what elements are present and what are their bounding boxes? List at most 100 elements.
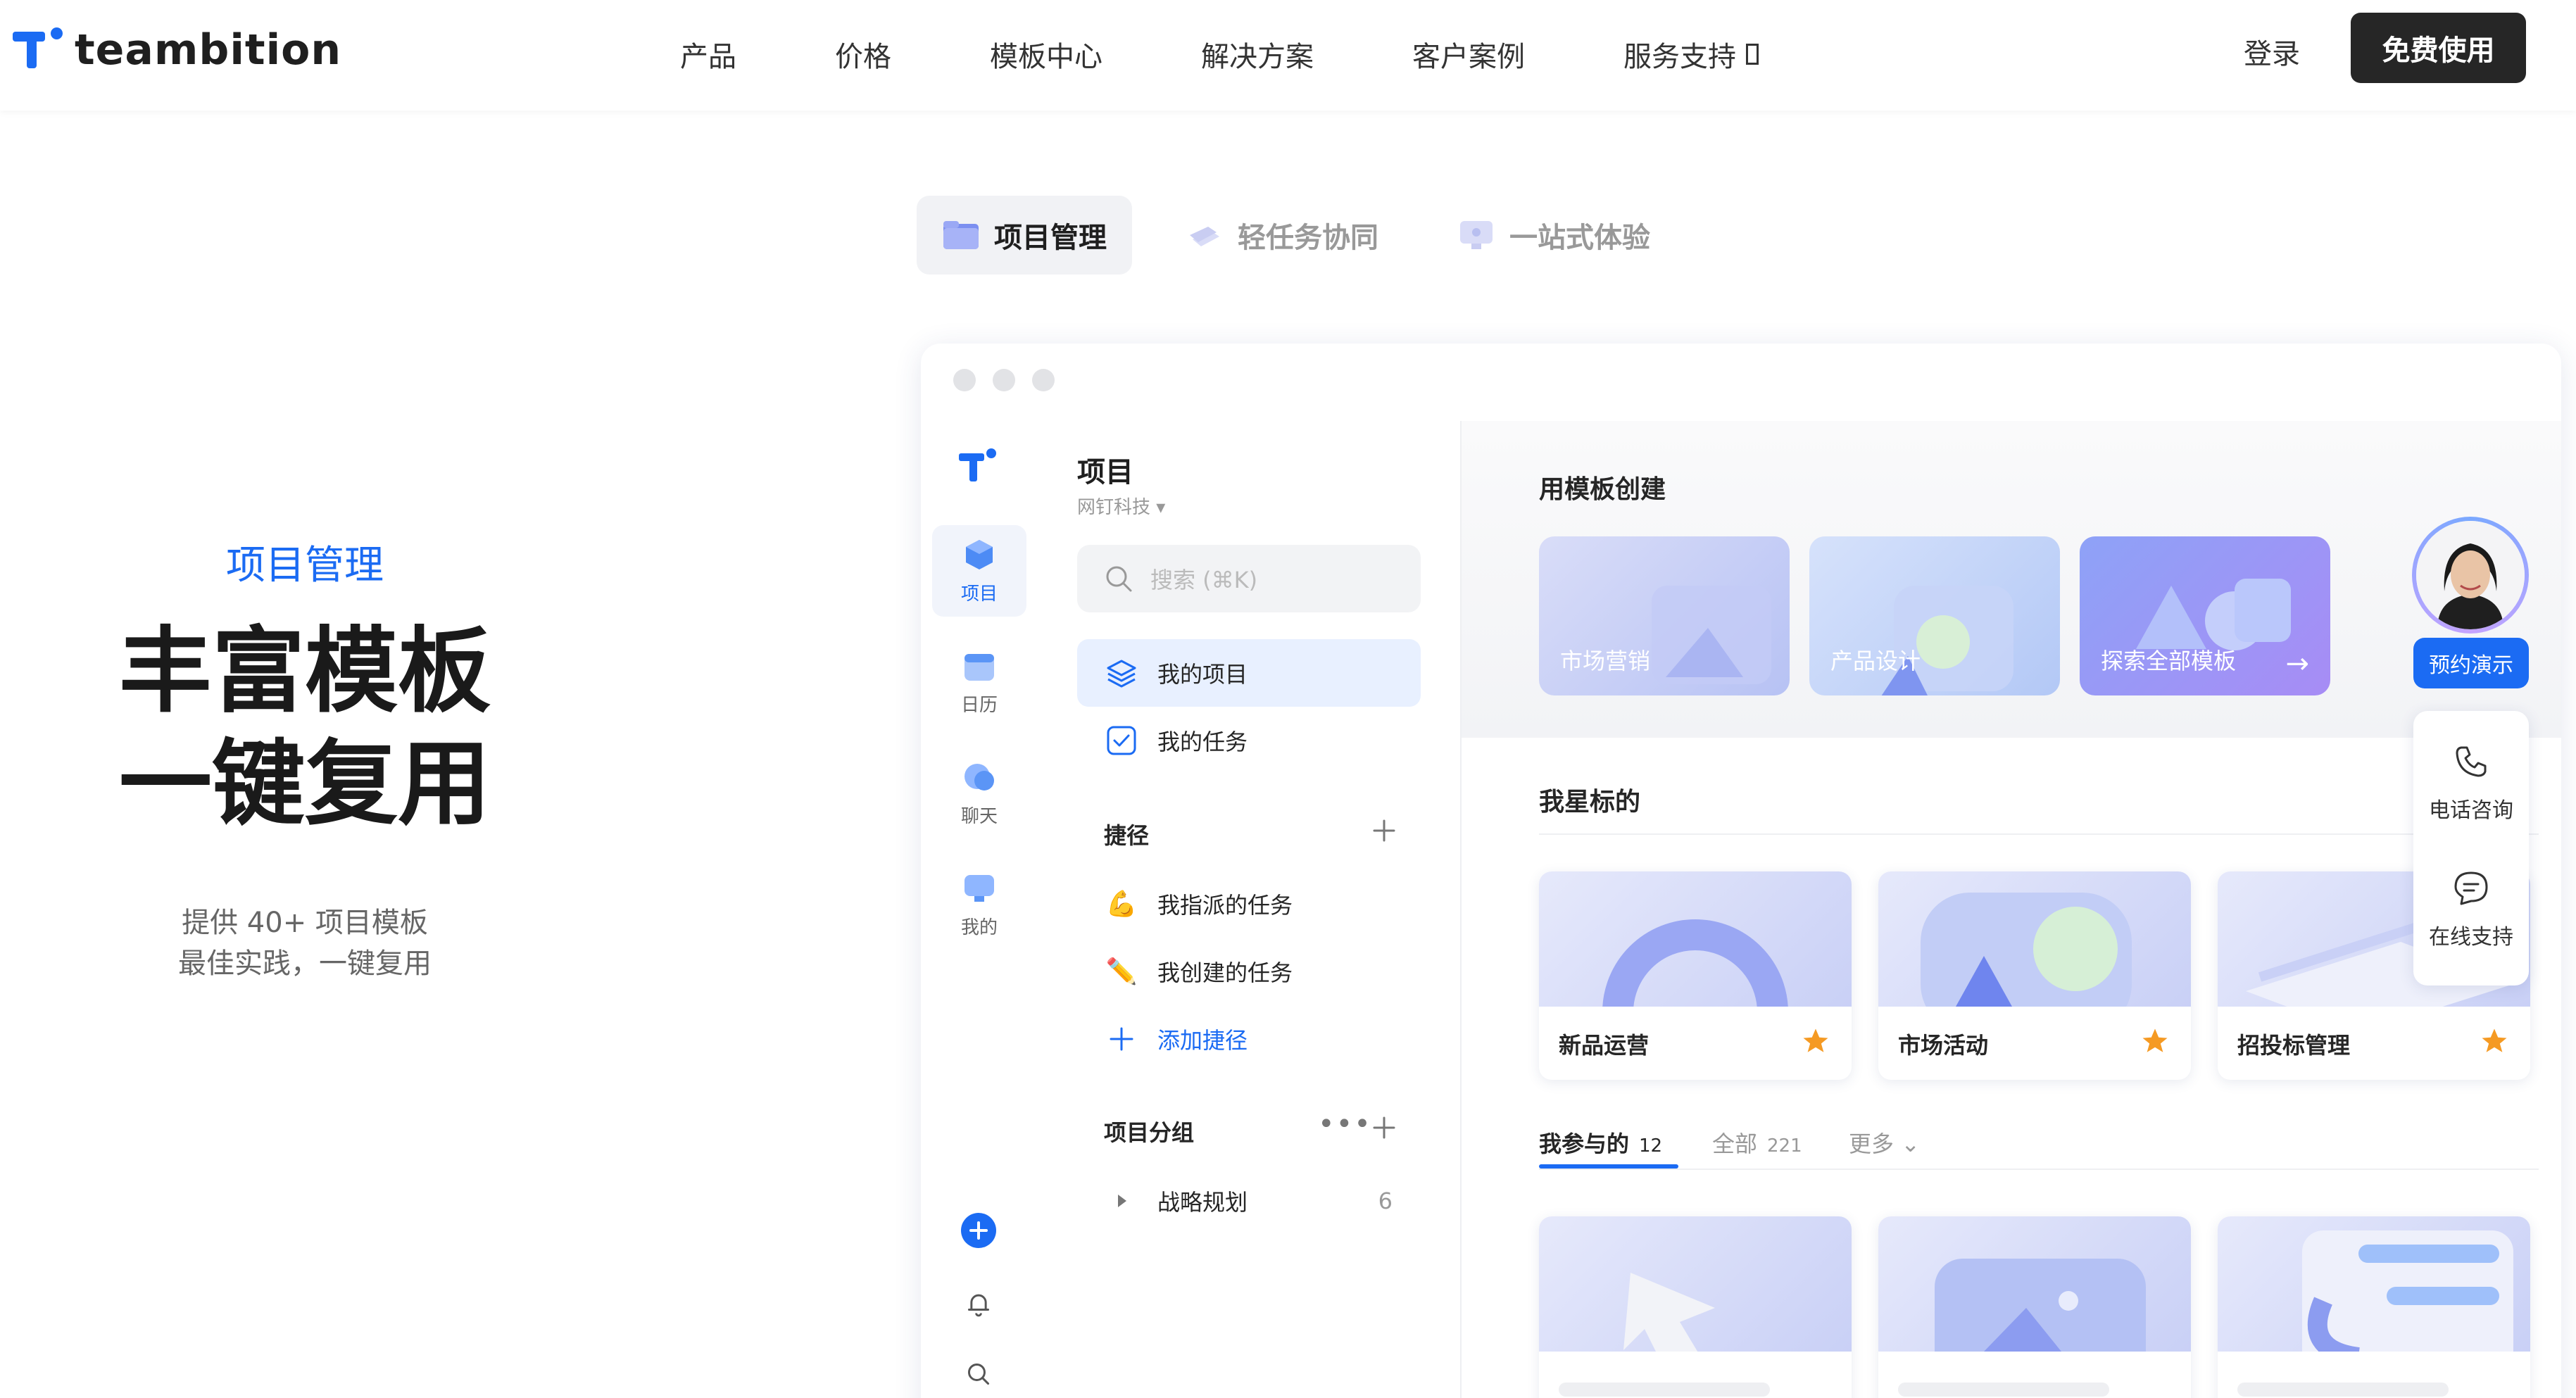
group-strategy[interactable]: 战略规划 6 (1077, 1167, 1421, 1235)
project-card[interactable] (2218, 1216, 2530, 1398)
brand-name: teambition (75, 25, 342, 75)
pencil-icon: ✏️ (1105, 957, 1138, 986)
subtab-all[interactable]: 全部 221 (1712, 1126, 1802, 1159)
hero-subtitle: 项目管理 (226, 543, 384, 588)
subtab-more[interactable]: 更多 ⌄ (1849, 1126, 1920, 1159)
chevron-down-icon: ⌄ (1901, 1131, 1920, 1157)
dropdown-box-icon (1746, 44, 1759, 65)
monitor-icon (1460, 221, 1493, 249)
nav-my-projects[interactable]: 我的项目 (1077, 639, 1421, 707)
main-nav: 产品 价格 模板中心 解决方案 客户案例 服务支持 (680, 34, 1857, 75)
window-dot (993, 369, 1015, 391)
rail-item-mine[interactable]: 我的 (932, 859, 1026, 950)
feature-tabs: 项目管理 轻任务协同 一站式体验 (917, 196, 1704, 275)
hero-description: 提供 40+ 项目模板 最佳实践，一键复用 (0, 902, 610, 984)
project-card[interactable] (1878, 1216, 2191, 1398)
add-shortcut-plus-icon[interactable] (1370, 817, 1398, 845)
hero-desc-line-2: 最佳实践，一键复用 (178, 947, 432, 980)
subtab-joined[interactable]: 我参与的 12 (1539, 1126, 1662, 1159)
hero-title-line-2: 一键复用 (119, 730, 491, 838)
card-thumbnail (1878, 1216, 2191, 1352)
window-dot (953, 369, 976, 391)
phone-consult-button[interactable]: 电话咨询 (2413, 741, 2529, 824)
rail-item-chat[interactable]: 聊天 (932, 748, 1026, 839)
pane-title: 项目 (1077, 456, 1133, 489)
main-content: 用模板创建 市场营销 产品设计 探索全部模板 → 我星标的 新品运营 市场活动 … (1462, 421, 2561, 1398)
grid-illustration-icon (2302, 1230, 2513, 1352)
more-options-icon[interactable]: ••• (1318, 1108, 1372, 1140)
card-thumbnail (1539, 1216, 1852, 1352)
nav-item-support[interactable]: 服务支持 (1623, 34, 1759, 75)
support-agent-avatar[interactable] (2412, 517, 2529, 634)
card-thumbnail (1878, 871, 2191, 1007)
card-thumbnail (2218, 1216, 2530, 1352)
bubble-illustration-icon (1921, 893, 2132, 1007)
nav-item-pricing[interactable]: 价格 (835, 34, 891, 75)
project-subtabs: 我参与的 12 全部 221 更多 ⌄ (1539, 1126, 2539, 1170)
org-switcher[interactable]: 网钉科技 ▾ (1077, 493, 1165, 519)
app-rail: 项目 日历 聊天 我的 (921, 421, 1033, 1398)
plus-circle-icon (961, 1213, 996, 1248)
app-window: 项目 日历 聊天 我的 项目 网钉科技 ▾ 搜索 (⌘K) 我的项目 我的任务 … (921, 344, 2561, 1398)
section-divider (1539, 833, 2539, 835)
chat-bubble-icon (2454, 871, 2488, 905)
arrow-right-icon: → (2285, 648, 2309, 680)
template-card-explore-all[interactable]: 探索全部模板 → (2080, 536, 2330, 695)
add-shortcut-link[interactable]: 添加捷径 (1077, 1005, 1421, 1073)
notifications-button[interactable] (960, 1285, 997, 1322)
add-group-plus-icon[interactable] (1370, 1114, 1398, 1142)
rail-item-calendar[interactable]: 日历 (932, 636, 1026, 728)
placeholder-line (1898, 1383, 2109, 1397)
support-panel: 电话咨询 在线支持 (2413, 711, 2529, 985)
monitor-icon (965, 874, 994, 902)
caret-right-icon (1118, 1195, 1126, 1207)
project-pane: 项目 网钉科技 ▾ 搜索 (⌘K) 我的项目 我的任务 捷径 💪 我指派的任务 … (1033, 421, 1462, 1398)
brand-logo[interactable]: teambition (13, 25, 341, 75)
tab-one-stop[interactable]: 一站式体验 (1432, 196, 1676, 275)
cube-icon (966, 539, 993, 569)
search-icon (967, 1363, 990, 1385)
hero-desc-line-1: 提供 40+ 项目模板 (182, 907, 428, 939)
top-navigation: teambition 产品 价格 模板中心 解决方案 客户案例 服务支持 登录 … (0, 0, 2576, 111)
project-card[interactable] (1539, 1216, 1852, 1398)
hero-title-line-1: 丰富模板 (119, 617, 491, 726)
plus-icon (1110, 1027, 1133, 1051)
nav-item-product[interactable]: 产品 (680, 34, 736, 75)
star-icon[interactable] (2480, 1026, 2509, 1056)
login-link[interactable]: 登录 (2244, 31, 2300, 72)
shortcut-assigned-tasks[interactable]: 💪 我指派的任务 (1077, 870, 1421, 938)
rail-item-projects[interactable]: 项目 (932, 525, 1026, 617)
cursor-illustration-icon (1623, 1273, 1715, 1352)
tab-light-tasks[interactable]: 轻任务协同 (1160, 196, 1404, 275)
create-button[interactable] (960, 1212, 997, 1249)
nav-item-templates[interactable]: 模板中心 (990, 34, 1102, 75)
shortcut-created-tasks[interactable]: ✏️ 我创建的任务 (1077, 938, 1421, 1005)
template-section-title: 用模板创建 (1539, 475, 1666, 504)
calendar-icon (965, 653, 994, 681)
book-demo-button[interactable]: 预约演示 (2413, 638, 2529, 688)
template-card-marketing[interactable]: 市场营销 (1539, 536, 1790, 695)
free-trial-button[interactable]: 免费使用 (2351, 13, 2526, 83)
starred-card-market-activity[interactable]: 市场活动 (1878, 871, 2191, 1080)
placeholder-line (2237, 1383, 2449, 1397)
agent-avatar-icon (2416, 521, 2525, 629)
card-thumbnail (1539, 871, 1852, 1007)
project-groups-title: 项目分组 (1104, 1119, 1195, 1146)
section-divider (1539, 1169, 2539, 1170)
nav-item-cases[interactable]: 客户案例 (1412, 34, 1525, 75)
nav-item-solutions[interactable]: 解决方案 (1201, 34, 1314, 75)
search-button[interactable] (960, 1356, 997, 1392)
project-search-input[interactable]: 搜索 (⌘K) (1077, 545, 1421, 612)
star-icon[interactable] (1801, 1026, 1830, 1056)
hero-title: 丰富模板 一键复用 (0, 615, 610, 840)
starred-card-new-product[interactable]: 新品运营 (1539, 871, 1852, 1080)
online-support-button[interactable]: 在线支持 (2413, 867, 2529, 950)
tab-project-management[interactable]: 项目管理 (917, 196, 1132, 275)
nav-my-tasks[interactable]: 我的任务 (1077, 707, 1421, 774)
placeholder-line (1559, 1383, 1770, 1397)
group-count: 6 (1378, 1188, 1393, 1214)
shortcuts-title: 捷径 (1104, 822, 1150, 849)
template-card-design[interactable]: 产品设计 (1809, 536, 2060, 695)
star-icon[interactable] (2140, 1026, 2170, 1056)
window-controls (953, 369, 1072, 391)
